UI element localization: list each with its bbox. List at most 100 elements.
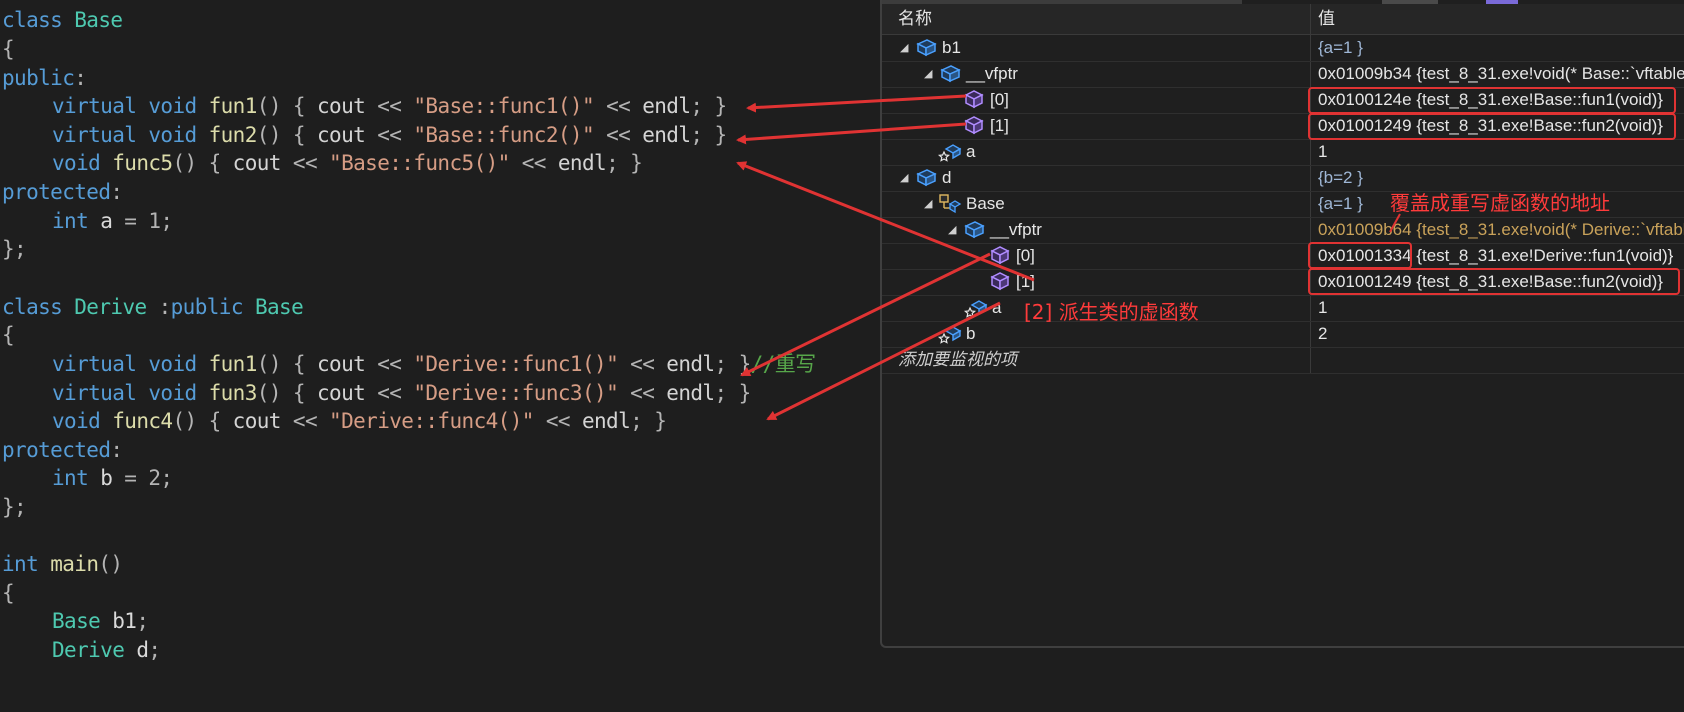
keyword: void: [148, 381, 197, 405]
triangle-down-icon[interactable]: ◢: [948, 217, 962, 243]
watch-row-a[interactable]: a 1: [882, 139, 1684, 166]
triangle-down-icon[interactable]: ◢: [924, 61, 938, 87]
identifier: cout: [317, 352, 366, 376]
identifier: d: [136, 638, 149, 662]
code-editor[interactable]: class Base { public: virtual void fun1()…: [0, 0, 880, 712]
identifier: cout: [317, 381, 366, 405]
watch-row-vtable-0[interactable]: [0] 0x01001334 {test_8_31.exe!Derive::fu…: [882, 243, 1684, 270]
punctuation: () {: [256, 94, 317, 118]
code-line: };: [2, 234, 27, 264]
field-icon: [964, 296, 988, 318]
watch-item-name: a: [966, 142, 976, 161]
identifier: cout: [232, 409, 282, 433]
identifier: cout: [317, 123, 366, 147]
code-line: };: [2, 492, 27, 522]
watch-row-vfptr[interactable]: ◢ __vfptr 0x01009b34 {test_8_31.exe!void(…: [882, 61, 1684, 88]
vtable-entry-icon: [988, 244, 1012, 266]
annotation-override-note: 覆盖成重写虚函数的地址: [1390, 191, 1610, 215]
triangle-down-icon[interactable]: ◢: [900, 35, 914, 61]
code-line: protected:: [2, 435, 123, 465]
punctuation: :: [110, 438, 123, 462]
operator: <<: [280, 151, 330, 175]
watch-item-name: [0]: [1016, 246, 1035, 265]
keyword: int: [52, 466, 89, 490]
watch-item-name: [0]: [990, 90, 1009, 109]
keyword: virtual: [52, 123, 137, 147]
add-watch-row[interactable]: 添加要监视的项: [882, 347, 1684, 374]
watch-item-name: [1]: [1016, 272, 1035, 291]
watch-item-value: {b=2 }: [1318, 168, 1363, 187]
code-comment: //重写: [750, 352, 816, 376]
code-line: Base b1;: [2, 606, 149, 636]
watch-header: 名称 值: [882, 4, 1684, 35]
operator: <<: [509, 151, 558, 175]
code-line: Derive d;: [2, 635, 161, 665]
keyword: virtual: [52, 352, 137, 376]
watch-item-name: b: [966, 324, 976, 343]
punctuation: {: [2, 581, 15, 605]
watch-item-name: b1: [942, 38, 961, 57]
watch-item-value: {a=1 }: [1318, 38, 1363, 57]
vtable-entry-icon: [962, 114, 986, 136]
watch-item-value: 0x01009b34 {test_8_31.exe!void(* Base::`…: [1318, 64, 1684, 83]
punctuation: = 1;: [112, 209, 173, 233]
identifier: endl: [581, 409, 631, 433]
watch-row-vfptr[interactable]: ◢ __vfptr 0x01009b64 {test_8_31.exe!void(…: [882, 217, 1684, 244]
code-line: class Base: [2, 5, 123, 35]
code-line: class Derive :public Base: [2, 292, 304, 322]
base-class-icon: [938, 192, 962, 214]
highlight-box: [1308, 242, 1412, 269]
watch-item-value: {a=1 }: [1318, 194, 1363, 213]
watch-row-a[interactable]: a 1: [882, 295, 1684, 322]
operator: <<: [533, 409, 582, 433]
keyword: void: [148, 352, 197, 376]
add-watch-input[interactable]: 添加要监视的项: [898, 347, 1017, 373]
code-line: public:: [2, 63, 87, 93]
punctuation: () {: [172, 151, 233, 175]
watch-item-value: 2: [1318, 324, 1328, 343]
keyword: public: [170, 295, 244, 319]
column-header-value[interactable]: 值: [1318, 4, 1335, 34]
punctuation: {: [2, 37, 15, 61]
identifier: endl: [642, 94, 691, 118]
code-line-derive-fun3: virtual void fun3() { cout << "Derive::f…: [2, 378, 751, 408]
punctuation: () {: [256, 381, 317, 405]
watch-row-b1[interactable]: ◢ b1 {a=1 }: [882, 35, 1684, 62]
function-name: func5: [112, 151, 173, 175]
watch-item-name: __vfptr: [990, 220, 1042, 239]
punctuation: ;: [136, 609, 149, 633]
object-cube-icon: [962, 218, 986, 240]
watch-item-value: 0x01009b64 {test_8_31.exe!void(* Derive:…: [1318, 220, 1684, 239]
keyword: int: [52, 209, 89, 233]
punctuation: = 2;: [112, 466, 173, 490]
watch-row-b[interactable]: b 2: [882, 321, 1684, 348]
punctuation: {: [2, 323, 15, 347]
identifier: endl: [557, 151, 607, 175]
function-name: fun1: [208, 352, 258, 376]
function-name: fun1: [208, 94, 258, 118]
punctuation: ; }: [690, 123, 727, 147]
watch-window[interactable]: 名称 值 ◢ b1 {a=1 } ◢ __vfptr 0x01009b34 {tes…: [880, 0, 1684, 648]
punctuation: :: [110, 180, 123, 204]
punctuation: ;: [148, 638, 161, 662]
string-literal: "Base::func2()": [413, 123, 595, 147]
column-header-name[interactable]: 名称: [898, 4, 932, 34]
operator: <<: [365, 381, 414, 405]
code-line: protected:: [2, 177, 123, 207]
code-line: int b = 2;: [2, 463, 173, 493]
watch-item-name: a: [992, 298, 1002, 317]
identifier: cout: [232, 151, 282, 175]
type-name: Derive: [74, 295, 147, 319]
punctuation: (): [98, 552, 123, 576]
keyword: protected: [2, 180, 111, 204]
function-name: main: [50, 552, 99, 576]
highlight-box: [1308, 113, 1676, 140]
object-cube-icon: [914, 166, 938, 188]
triangle-down-icon[interactable]: ◢: [924, 191, 938, 217]
code-line-fun1: virtual void fun1() { cout << "Base::fun…: [2, 91, 727, 121]
punctuation: ; }: [690, 94, 727, 118]
punctuation: :: [74, 66, 87, 90]
triangle-down-icon[interactable]: ◢: [900, 165, 914, 191]
type-name: Base: [254, 295, 304, 319]
operator: <<: [365, 94, 414, 118]
